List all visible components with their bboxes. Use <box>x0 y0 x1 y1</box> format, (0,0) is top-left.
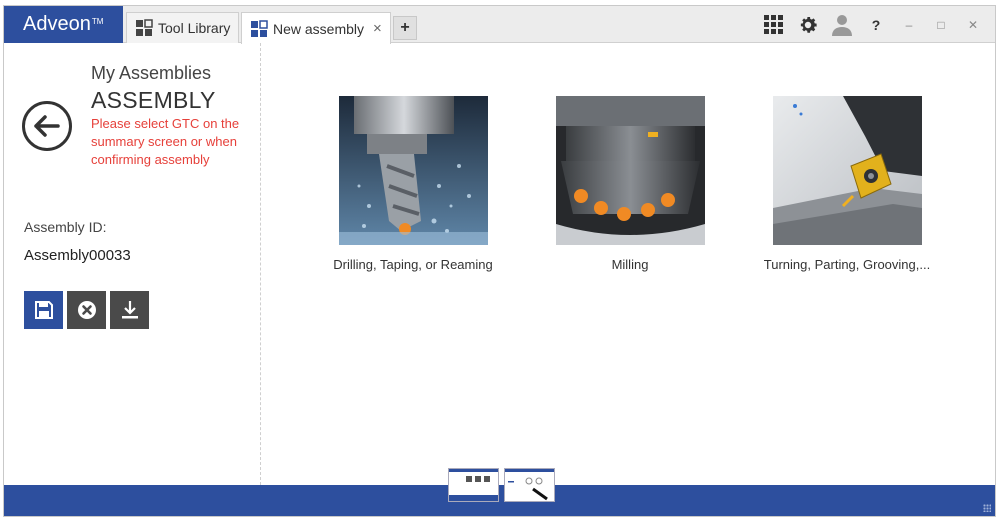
assembly-id-value: Assembly00033 <box>24 247 131 264</box>
download-button[interactable] <box>110 291 149 329</box>
resize-grip-icon[interactable] <box>983 504 991 512</box>
breadcrumb[interactable]: My Assemblies <box>91 63 211 84</box>
tab-tool-library[interactable]: Tool Library <box>126 12 240 43</box>
assembly-side-panel: My Assemblies ASSEMBLY Please select GTC… <box>4 43 261 485</box>
add-tab-button[interactable]: + <box>393 16 417 40</box>
drilling-image <box>338 96 488 245</box>
arrow-left-icon <box>34 115 60 137</box>
top-bar: AdveonTM Tool Library New assembly × + ?… <box>4 6 995 44</box>
download-icon <box>121 301 138 319</box>
category-label: Turning, Parting, Grooving,... <box>763 257 931 272</box>
milling-image <box>555 96 705 245</box>
app-window: AdveonTM Tool Library New assembly × + ?… <box>3 5 996 517</box>
page-title: ASSEMBLY <box>91 87 216 113</box>
tab-label: Tool Library <box>158 20 231 36</box>
user-profile-icon[interactable] <box>831 14 853 36</box>
save-button[interactable] <box>24 291 63 329</box>
library-icon <box>136 19 153 36</box>
close-tab-icon[interactable]: × <box>373 20 382 37</box>
back-button[interactable] <box>22 101 72 151</box>
assembly-id-label: Assembly ID: <box>24 219 107 235</box>
assembly-icon <box>251 19 268 37</box>
tab-label: New assembly <box>273 20 365 37</box>
category-milling[interactable]: Milling <box>525 96 735 272</box>
category-turning[interactable]: Turning, Parting, Grooving,... <box>742 96 952 272</box>
gtc-warning-message: Please select GTC on the summary screen … <box>91 116 240 167</box>
settings-gear-icon[interactable] <box>797 14 819 36</box>
turning-image <box>772 96 922 245</box>
category-drilling[interactable]: Drilling, Taping, or Reaming <box>308 96 518 272</box>
category-label: Drilling, Taping, or Reaming <box>333 257 493 272</box>
brand-name: Adveon <box>23 13 91 35</box>
assembly-actions <box>24 291 149 329</box>
top-toolbar: ? – □ ✕ <box>763 11 983 39</box>
apps-grid-icon[interactable] <box>763 14 785 36</box>
minimize-button[interactable]: – <box>899 14 919 36</box>
help-button[interactable]: ? <box>865 14 887 36</box>
cancel-button[interactable] <box>67 291 106 329</box>
window-thumbnail[interactable] <box>448 468 499 502</box>
tab-new-assembly[interactable]: New assembly × <box>241 12 391 44</box>
close-window-button[interactable]: ✕ <box>963 14 983 36</box>
category-label: Milling <box>611 257 649 272</box>
close-circle-icon <box>77 301 96 319</box>
maximize-button[interactable]: □ <box>931 14 951 36</box>
window-thumbnail[interactable] <box>504 468 555 502</box>
save-icon <box>34 301 53 319</box>
brand-logo: AdveonTM <box>4 6 123 43</box>
category-selection-area: Drilling, Taping, or Reaming Milling Tur… <box>262 43 995 485</box>
bottom-bar <box>4 468 995 516</box>
brand-trademark: TM <box>91 17 104 26</box>
